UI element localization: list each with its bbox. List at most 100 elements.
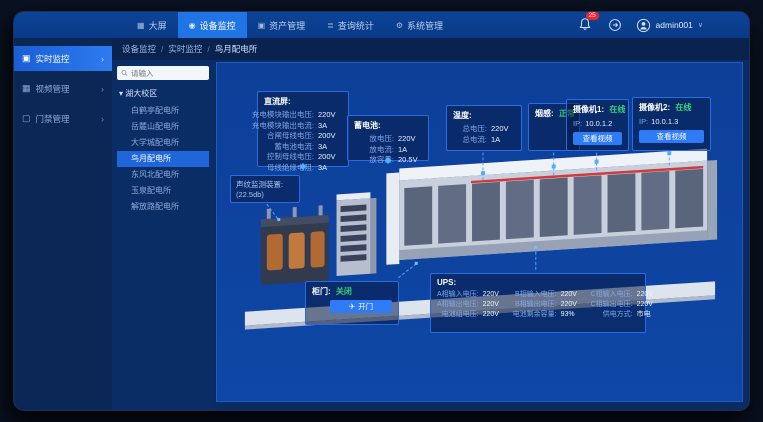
cabinet-door-panel: 柜门: 关闭 ✈ 开门	[305, 281, 399, 325]
metric-value: 93%	[561, 310, 585, 320]
chevron-right-icon: ›	[101, 114, 104, 124]
tree-item-station[interactable]: 解放路配电所	[117, 199, 209, 215]
stats-icon: ≣	[327, 21, 334, 30]
metric-label: 供电方式:	[603, 310, 633, 320]
view-video-button[interactable]: 查看视频	[573, 132, 622, 145]
copper-coil	[267, 234, 283, 271]
acoustic-title: 声纹监测装置:	[236, 180, 294, 190]
metric-label: 电池组电压:	[442, 310, 479, 320]
metric-label: 充电模块输出电流:	[252, 121, 314, 132]
ip-value: 10.0.1.3	[651, 116, 678, 127]
fullscreen-icon[interactable]	[608, 18, 622, 32]
alarm-bell-button[interactable]: 25	[578, 17, 594, 33]
tree-item-station[interactable]: 大学城配电所	[117, 135, 209, 151]
rack-cabinet	[337, 192, 377, 276]
username-label: admin001	[656, 20, 693, 30]
nav-label: 查询统计	[338, 19, 374, 32]
metric-value: 220V	[398, 134, 422, 145]
search-input[interactable]	[131, 69, 205, 78]
metric-value: 220V	[637, 290, 661, 300]
metric-label: A相输入电压:	[437, 290, 479, 300]
metric-label: A相输出电压:	[437, 300, 479, 310]
copper-coil	[311, 231, 325, 268]
chevron-right-icon: ›	[101, 54, 104, 64]
camera2-panel: 摄像机2: 在线 IP: 10.0.1.3 查看视频	[632, 97, 711, 151]
nav-label: 大屏	[149, 19, 167, 32]
panel-title: 柜门:	[312, 287, 331, 296]
panel-title: 温度:	[453, 110, 515, 121]
metric-value: 3A	[318, 142, 342, 153]
nav-item-bigscreen[interactable]: ▦ 大屏	[126, 12, 178, 38]
open-door-button[interactable]: ✈ 开门	[330, 300, 392, 313]
dc-screen-panel: 直流屏: 充电模块输出电压:220V 充电模块输出电流:3A 合闸母线电压:20…	[257, 91, 349, 167]
metric-label: C相输入电压:	[591, 290, 633, 300]
sidebar-item-video-management[interactable]: ▦ 视频管理 ›	[14, 76, 112, 101]
metric-value: 220V	[561, 300, 585, 310]
sidebar-item-access-control[interactable]: ▢ 门禁管理 ›	[14, 106, 112, 131]
nav-item-query-stats[interactable]: ≣ 查询统计	[316, 12, 385, 38]
tree-root-node[interactable]: ▾ 湖大校区	[119, 88, 209, 99]
nav-item-device-monitor[interactable]: ◉ 设备监控	[178, 12, 247, 38]
metric-label: 母线绝缘电阻:	[267, 163, 314, 174]
panel-title: 直流屏:	[264, 96, 342, 107]
realtime-monitor-icon: ▣	[22, 53, 31, 64]
panel-title: 摄像机2:	[639, 103, 670, 112]
door-access-icon: ▢	[22, 113, 31, 124]
metric-label: 放电流:	[369, 145, 394, 156]
sidebar-item-label: 视频管理	[36, 83, 70, 95]
nav-label: 系统管理	[407, 19, 443, 32]
transformer	[261, 205, 329, 285]
open-door-icon: ✈	[349, 302, 355, 311]
tree-item-station[interactable]: 东风北配电所	[117, 167, 209, 183]
ip-value: 10.0.1.2	[585, 118, 612, 129]
breadcrumb-item[interactable]: 设备监控	[122, 43, 156, 55]
station-3d-viewport: 直流屏: 充电模块输出电压:220V 充电模块输出电流:3A 合闸母线电压:20…	[216, 62, 743, 402]
nav-item-assets[interactable]: ▣ 资产管理	[247, 12, 317, 38]
left-sidebar: ▣ 实时监控 › ▦ 视频管理 › ▢ 门禁管理 ›	[14, 38, 112, 410]
status-badge: 在线	[609, 105, 625, 114]
station-tree-panel: ▾ 湖大校区 白鹤亭配电所 岳麓山配电所 大学城配电所 鸟月配电所 东风北配电所…	[112, 60, 214, 410]
metric-label: 控制母线电压:	[267, 152, 314, 163]
app-window: ▦ 大屏 ◉ 设备监控 ▣ 资产管理 ≣ 查询统计 ⚙ 系统管理 25	[14, 12, 749, 410]
nav-label: 资产管理	[269, 19, 305, 32]
user-menu[interactable]: admin001 ∨	[636, 18, 703, 33]
tree-item-station[interactable]: 白鹤亭配电所	[117, 103, 209, 119]
temperature-panel: 温度: 总电压:220V 总电流:1A	[446, 105, 522, 151]
panel-title: 摄像机1:	[573, 105, 604, 114]
tree-item-station[interactable]: 玉泉配电所	[117, 183, 209, 199]
bigscreen-icon: ▦	[137, 21, 145, 30]
video-camera-icon: ▦	[22, 83, 31, 94]
panel-title: 烟感:	[535, 109, 554, 118]
camera1-panel: 摄像机1: 在线 IP: 10.0.1.2 查看视频	[566, 99, 629, 151]
metric-value: 20.5V	[398, 155, 422, 166]
ip-label: IP:	[639, 116, 648, 127]
metric-value: 220V	[561, 290, 585, 300]
sidebar-item-realtime-monitor[interactable]: ▣ 实时监控 ›	[14, 46, 112, 71]
metric-label: 总电流:	[462, 135, 487, 146]
metric-value: 1A	[398, 145, 422, 156]
ip-label: IP:	[573, 118, 582, 129]
metric-label: 总电压:	[462, 124, 487, 135]
metric-label: C相输出电压:	[591, 300, 633, 310]
chevron-right-icon: ›	[101, 84, 104, 94]
metric-value: 1A	[491, 135, 515, 146]
metric-label: 放电压:	[369, 134, 394, 145]
ups-panel: UPS: A相输入电压:220V B相输入电压:220V C相输入电压:220V…	[430, 273, 646, 333]
status-badge: 在线	[675, 103, 691, 112]
view-video-button[interactable]: 查看视频	[639, 130, 704, 143]
tree-item-station[interactable]: 岳麓山配电所	[117, 119, 209, 135]
metric-value: 220V	[318, 110, 342, 121]
metric-label: B相输出电压:	[515, 300, 557, 310]
breadcrumb-item[interactable]: 实时监控	[168, 43, 202, 55]
acoustic-value: (22.5db)	[236, 190, 294, 200]
metric-label: 蓄电池电流:	[274, 142, 314, 153]
acoustic-monitor-panel: 声纹监测装置: (22.5db)	[230, 175, 300, 203]
chevron-down-icon: ∨	[698, 21, 703, 29]
nav-item-system[interactable]: ⚙ 系统管理	[385, 12, 454, 38]
tree-item-station-selected[interactable]: 鸟月配电所	[117, 151, 209, 167]
metric-value: 3A	[318, 163, 342, 174]
door-status-badge: 关闭	[336, 287, 352, 296]
metric-value: 200V	[318, 131, 342, 142]
metric-value: 220V	[483, 290, 507, 300]
navbar-right-cluster: 25 admin001 ∨	[578, 12, 703, 38]
